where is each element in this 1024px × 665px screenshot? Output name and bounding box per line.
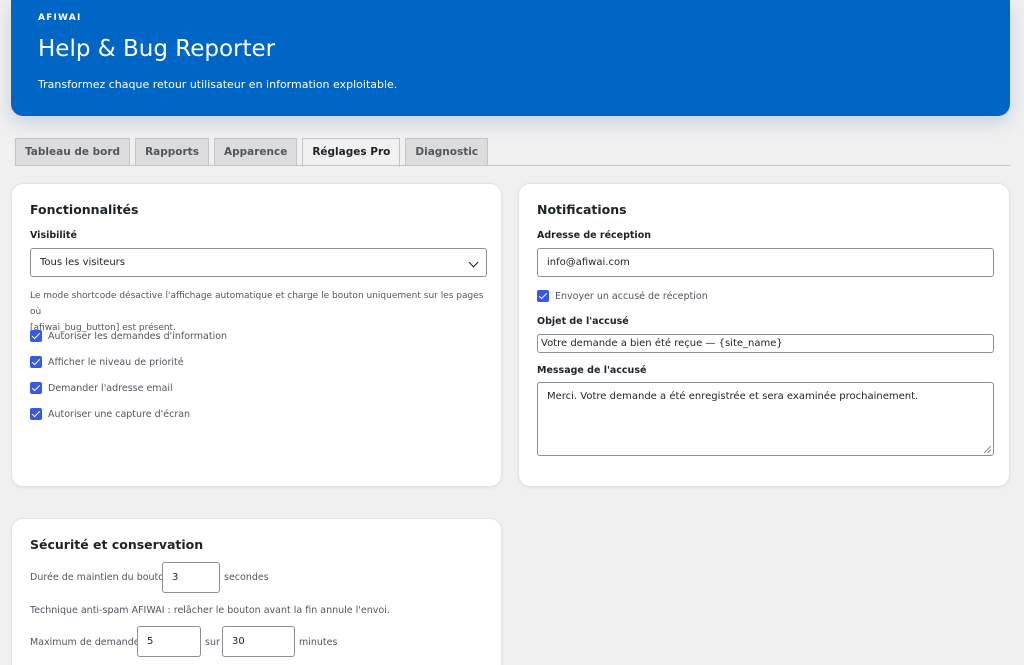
- security-card: Sécurité et conservation Durée de mainti…: [11, 518, 502, 665]
- window-minutes-unit: minutes: [299, 637, 338, 648]
- max-requests-label: Maximum de demandes: [30, 637, 145, 648]
- tab-pro-settings[interactable]: Réglages Pro: [302, 138, 401, 167]
- tabs-divider: [15, 165, 1010, 166]
- checkbox-label: Afficher le niveau de priorité: [48, 356, 184, 368]
- checkbox-label: Autoriser les demandes d'information: [48, 330, 228, 342]
- checkbox-label: Demander l'adresse email: [48, 382, 173, 394]
- max-requests-sep: sur: [205, 637, 220, 648]
- checkbox-checked-icon[interactable]: [537, 290, 549, 302]
- resize-handle-icon[interactable]: [984, 446, 991, 453]
- checkbox-checked-icon[interactable]: [30, 356, 42, 368]
- message-label: Message de l'accusé: [537, 365, 647, 376]
- visibility-select[interactable]: Tous les visiteurs: [30, 248, 487, 277]
- features-title: Fonctionnalités: [30, 202, 139, 217]
- max-requests-input[interactable]: 5: [137, 626, 201, 657]
- visibility-value: Tous les visiteurs: [40, 257, 125, 268]
- tab-bar: Tableau de bord Rapports Apparence Régla…: [15, 138, 489, 167]
- tab-diagnostic[interactable]: Diagnostic: [405, 138, 489, 166]
- message-text: Merci. Votre demande a été enregistrée e…: [547, 391, 919, 402]
- window-minutes-input[interactable]: 30: [222, 626, 295, 657]
- checkbox-checked-icon[interactable]: [30, 382, 42, 394]
- address-label: Adresse de réception: [537, 230, 651, 241]
- checkbox-screenshot[interactable]: Autoriser une capture d'écran: [30, 408, 190, 420]
- page-title: Help & Bug Reporter: [38, 36, 276, 62]
- features-card: Fonctionnalités Visibilité Tous les visi…: [11, 183, 502, 487]
- notifications-title: Notifications: [537, 202, 627, 217]
- hold-duration-input[interactable]: 3: [162, 562, 220, 593]
- chevron-down-icon: [468, 257, 479, 268]
- page-subtitle: Transformez chaque retour utilisateur en…: [38, 78, 398, 91]
- visibility-label: Visibilité: [30, 230, 77, 241]
- message-textarea[interactable]: Merci. Votre demande a été enregistrée e…: [537, 382, 994, 456]
- header-banner: AFIWAI Help & Bug Reporter Transformez c…: [11, 0, 1010, 116]
- checkbox-checked-icon[interactable]: [30, 330, 42, 342]
- notifications-card: Notifications Adresse de réception info@…: [518, 183, 1010, 487]
- email-field[interactable]: info@afiwai.com: [537, 248, 994, 277]
- checkbox-checked-icon[interactable]: [30, 408, 42, 420]
- checkbox-info-requests[interactable]: Autoriser les demandes d'information: [30, 330, 227, 342]
- checkbox-priority[interactable]: Afficher le niveau de priorité: [30, 356, 184, 368]
- shortcode-help: Le mode shortcode désactive l'affichage …: [30, 291, 484, 333]
- brand-logo: AFIWAI: [38, 13, 82, 23]
- checkbox-email[interactable]: Demander l'adresse email: [30, 382, 173, 394]
- hold-duration-label: Durée de maintien du bouton: [30, 572, 171, 583]
- checkbox-label: Autoriser une capture d'écran: [48, 408, 191, 420]
- antispam-help: Technique anti-spam AFIWAI : relâcher le…: [30, 605, 390, 616]
- subject-field[interactable]: Votre demande a bien été reçue — {site_n…: [537, 334, 994, 353]
- tab-reports[interactable]: Rapports: [135, 138, 209, 166]
- checkbox-label: Envoyer un accusé de réception: [555, 290, 708, 302]
- subject-label: Objet de l'accusé: [537, 316, 629, 327]
- security-title: Sécurité et conservation: [30, 537, 204, 552]
- checkbox-send-ack[interactable]: Envoyer un accusé de réception: [537, 290, 708, 302]
- tab-dashboard[interactable]: Tableau de bord: [15, 138, 131, 166]
- tab-appearance[interactable]: Apparence: [213, 138, 298, 166]
- hold-duration-unit: secondes: [224, 572, 269, 583]
